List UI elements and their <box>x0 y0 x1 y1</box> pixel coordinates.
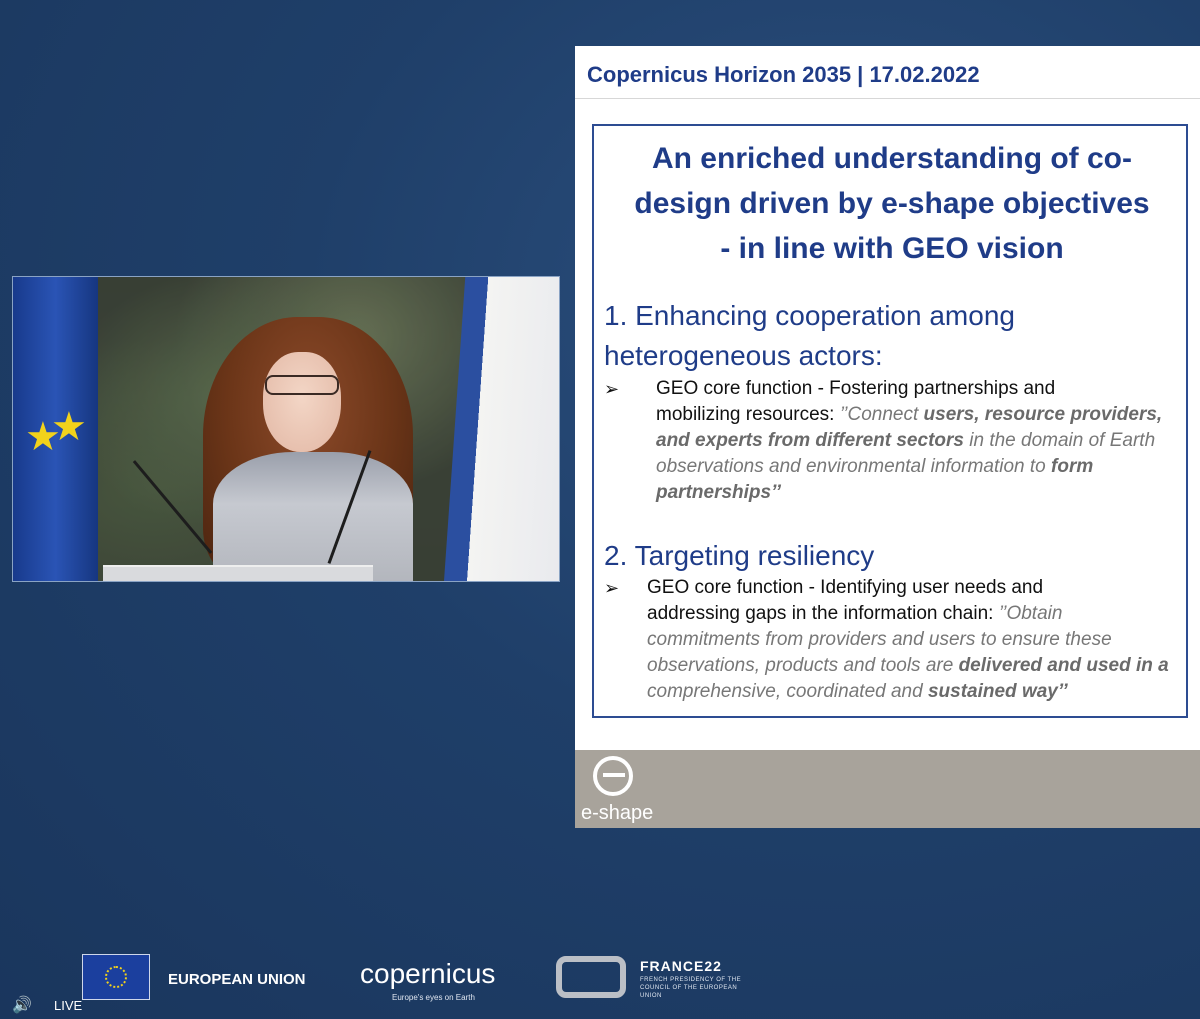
eu-stars-ring <box>105 966 127 988</box>
arrow-bullet-icon: ➢ <box>604 379 620 399</box>
quote-bold-text: and experts from different sectors <box>656 430 964 451</box>
slide-title-line: - in line with GEO vision <box>720 232 1064 265</box>
copernicus-tagline: Europe's eyes on Earth <box>392 993 475 1002</box>
arrow-bullet-icon: ➢ <box>604 578 620 598</box>
slide-content-box: An enriched understanding of co- design … <box>592 124 1188 718</box>
bullet-line: and experts from different sectors in th… <box>656 428 1176 454</box>
speaker-face <box>263 352 341 452</box>
eu-flag-icon <box>82 954 150 1000</box>
france22-logo-icon <box>556 956 626 998</box>
branding-bar: EUROPEAN UNION copernicus Europe's eyes … <box>0 940 1200 1019</box>
bullet-line: mobilizing resources: ’’Connect users, r… <box>656 402 1176 428</box>
quote-bold-text: delivered and used in a <box>958 655 1169 676</box>
section1-heading: 1. Enhancing cooperation among heterogen… <box>604 296 1015 376</box>
presentation-slide: Copernicus Horizon 2035 | 17.02.2022 An … <box>575 46 1200 828</box>
slide-header: Copernicus Horizon 2035 | 17.02.2022 <box>575 46 1200 99</box>
slide-title-line: design driven by e-shape objectives <box>634 187 1150 220</box>
france22-title: FRANCE22 <box>640 958 722 974</box>
section1-bullet: GEO core function - Fostering partnershi… <box>656 376 1176 506</box>
bullet-line: observations, products and tools are del… <box>647 653 1177 679</box>
bullet-line: GEO core function - Fostering partnershi… <box>656 378 1056 399</box>
france22-subtitle: FRENCH PRESIDENCY OF THE COUNCIL OF THE … <box>640 977 742 999</box>
quote-text: observations and environmental informati… <box>656 456 1052 477</box>
bullet-text: addressing gaps in the information chain… <box>647 603 999 624</box>
quote-text: ’’Obtain <box>998 603 1063 624</box>
section2-bullet: GEO core function - Identifying user nee… <box>647 575 1177 705</box>
quote-text: comprehensive, coordinated and <box>647 681 928 702</box>
bullet-line: comprehensive, coordinated and sustained… <box>647 679 1177 705</box>
speaker-body <box>213 452 413 581</box>
bullet-line: partnerships’’ <box>656 480 1176 506</box>
bullet-line: GEO core function - Identifying user nee… <box>647 577 1044 598</box>
eu-label: EUROPEAN UNION <box>168 971 306 988</box>
video-feed[interactable]: ★ ★ <box>12 276 560 582</box>
eshape-logo-text: e-shape <box>581 802 654 824</box>
bullet-text: mobilizing resources: <box>656 404 840 425</box>
star-icon: ★ <box>51 405 87 449</box>
glasses <box>265 375 339 395</box>
bullet-line: addressing gaps in the information chain… <box>647 601 1177 627</box>
eshape-logo-icon <box>593 756 633 796</box>
quote-text: in the domain of Earth <box>963 430 1156 451</box>
slide-header-title: Copernicus Horizon 2035 | 17.02.2022 <box>587 62 980 87</box>
quote-text: ’’Connect <box>839 404 924 425</box>
slide-footer: e-shape <box>575 750 1200 828</box>
quote-text: observations, products and tools are <box>647 655 959 676</box>
france-flag-on-stage <box>444 277 559 581</box>
bullet-line: observations and environmental informati… <box>656 454 1176 480</box>
quote-bold-text: users, resource providers, <box>923 404 1163 425</box>
quote-bold-text: sustained way’’ <box>927 681 1068 702</box>
slide-title-line: An enriched understanding of co- <box>651 142 1132 175</box>
eu-flag-on-stage: ★ ★ <box>13 277 98 581</box>
podium <box>103 565 373 581</box>
quote-bold-text: partnerships’’ <box>656 482 781 503</box>
live-label: LIVE <box>54 998 83 1013</box>
section1-heading-line: heterogeneous actors: <box>604 340 883 371</box>
volume-icon[interactable]: 🔊 <box>12 995 32 1015</box>
bullet-line: commitments from providers and users to … <box>647 629 1112 650</box>
copernicus-logo: copernicus <box>360 958 496 989</box>
section1-heading-line: 1. Enhancing cooperation among <box>604 300 1015 331</box>
quote-bold-text: form <box>1051 456 1094 477</box>
slide-title: An enriched understanding of co- design … <box>594 136 1190 271</box>
section2-heading: 2. Targeting resiliency <box>604 540 875 571</box>
